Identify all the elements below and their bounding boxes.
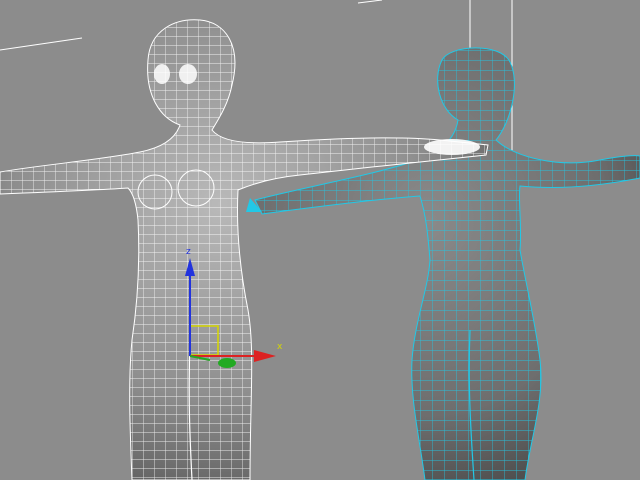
gizmo-z-label: z [186,247,191,257]
viewport-canvas[interactable] [0,0,640,480]
gizmo-x-arrow[interactable] [254,350,276,362]
perspective-viewport[interactable]: z x [0,0,640,480]
character-back-mesh[interactable] [246,47,640,480]
gizmo-x-label: x [277,342,283,352]
gizmo-y-handle[interactable] [218,358,236,368]
